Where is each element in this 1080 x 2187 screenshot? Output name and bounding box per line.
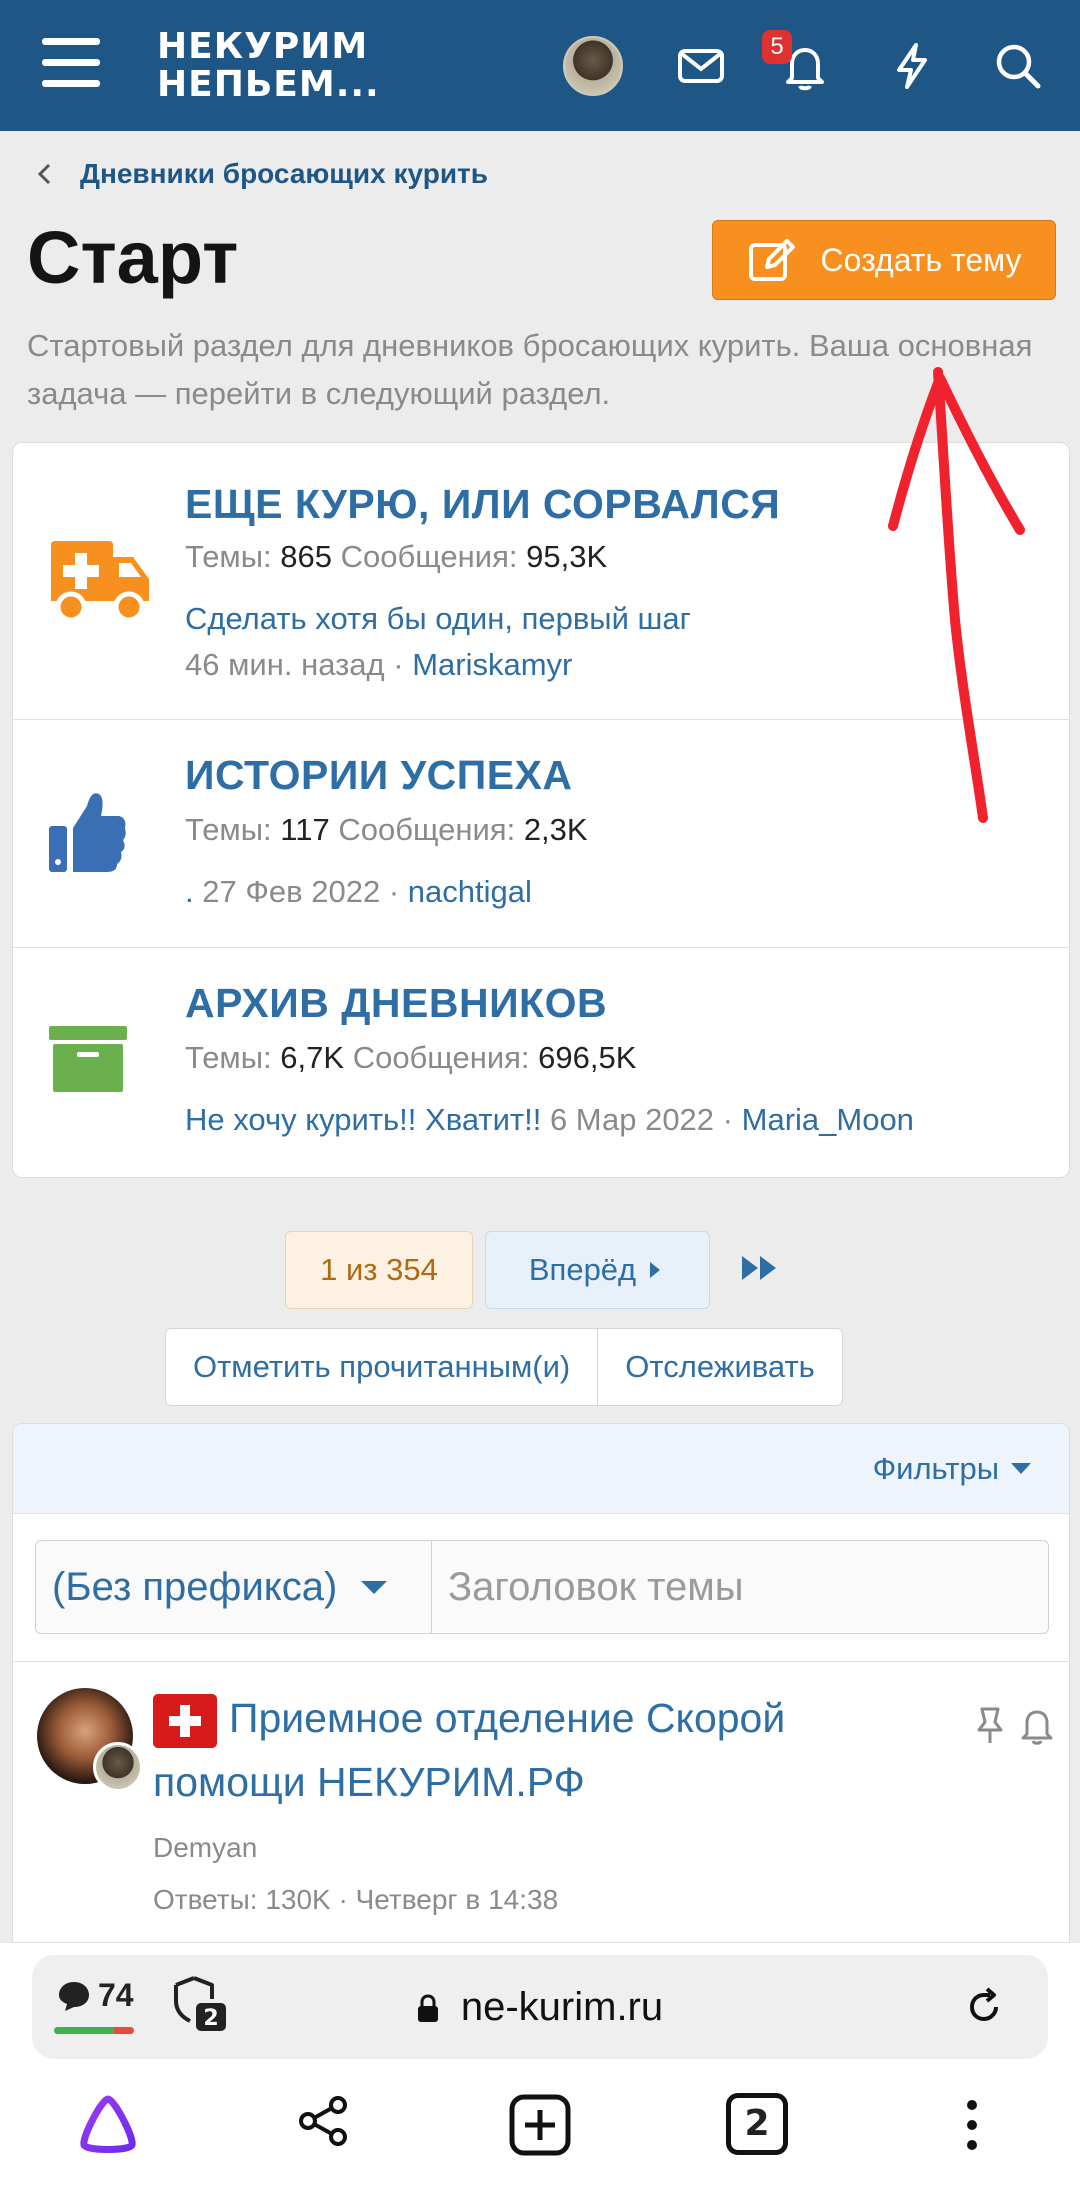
breadcrumb-link[interactable]: Дневники бросающих курить: [80, 158, 488, 190]
separator: ·: [722, 1102, 733, 1137]
pin-icon: [977, 1707, 1003, 1743]
thread-title[interactable]: Приемное отделение Скорой помощи НЕКУРИМ…: [153, 1686, 933, 1814]
separator: ·: [388, 874, 400, 909]
subforum-item[interactable]: АРХИВ ДНЕВНИКОВ Темы: 6,7K Сообщения: 69…: [13, 948, 1069, 1177]
caret-down-icon: [361, 1580, 388, 1594]
address-bar[interactable]: 74 2 ne-kurim.ru: [32, 1955, 1048, 2059]
subforum-item[interactable]: ЕЩЕ КУРЮ, ИЛИ СОРВАЛСЯ Темы: 865 Сообщен…: [13, 443, 1069, 720]
posts-label: Сообщения:: [352, 1040, 530, 1075]
create-thread-label: Создать тему: [820, 241, 1022, 278]
subforum-stats: Темы: 6,7K Сообщения: 696,5K: [185, 1040, 636, 1076]
logo-line-2: НЕПЬЕМ...: [157, 64, 380, 105]
last-post-user[interactable]: nachtigal: [408, 874, 532, 909]
last-page-icon[interactable]: [740, 1252, 780, 1284]
last-post-user[interactable]: Mariskamyr: [412, 647, 572, 682]
last-post-time: 27 Фев 2022: [202, 874, 381, 909]
site-logo[interactable]: НЕКУРИМ НЕПЬЕМ...: [157, 28, 380, 104]
url-text: ne-kurim.ru: [460, 1985, 664, 2029]
more-menu-icon[interactable]: [954, 2093, 990, 2157]
page-title: Старт: [27, 216, 239, 299]
mail-icon[interactable]: [675, 40, 727, 92]
bell-icon[interactable]: [1019, 1706, 1055, 1746]
thumbs-up-icon: [49, 793, 126, 872]
last-post-meta: Не хочу курить!! Хватит!! 6 Мар 2022 · M…: [185, 1102, 914, 1138]
edit-icon: [748, 239, 795, 281]
subforum-stats: Темы: 865 Сообщения: 95,3K: [185, 539, 607, 575]
themes-count: 6,7K: [280, 1040, 345, 1075]
pager-next-button[interactable]: Вперёд: [485, 1231, 710, 1309]
last-post-time: 46 мин. назад: [185, 647, 385, 682]
posts-label: Сообщения:: [340, 539, 518, 574]
pager-current-page[interactable]: 1 из 354: [285, 1231, 473, 1309]
site-header: НЕКУРИМ НЕПЬЕМ... 5: [0, 0, 1080, 131]
themes-count: 865: [280, 539, 333, 574]
thread-author[interactable]: Demyan: [153, 1832, 257, 1864]
subforum-item[interactable]: ИСТОРИИ УСПЕХА Темы: 117 Сообщения: 2,3K…: [13, 720, 1069, 948]
last-post-meta: . 27 Фев 2022 · nachtigal: [185, 874, 532, 910]
quick-thread-row: (Без префикса): [13, 1514, 1069, 1662]
posts-count: 95,3K: [526, 539, 608, 574]
ambulance-icon: [51, 541, 149, 623]
menu-icon[interactable]: [42, 38, 100, 90]
thread-meta: Ответы: 130K · Четверг в 14:38: [153, 1884, 559, 1915]
last-post-user[interactable]: Maria_Moon: [742, 1102, 914, 1137]
alice-assistant-icon[interactable]: [76, 2093, 140, 2157]
chevron-left-icon: [37, 163, 51, 185]
breadcrumb: Дневники бросающих курить: [30, 158, 488, 190]
prefix-select[interactable]: (Без префикса): [35, 1540, 431, 1634]
lightning-icon[interactable]: [886, 40, 938, 92]
last-post-link[interactable]: .: [185, 874, 194, 909]
subforum-title[interactable]: АРХИВ ДНЕВНИКОВ: [185, 980, 607, 1027]
forum-action-buttons: Отметить прочитанным(и) Отслеживать: [165, 1328, 843, 1406]
reload-icon[interactable]: [962, 1985, 1006, 2029]
last-poster-avatar[interactable]: [93, 1742, 143, 1792]
filter-bar: Фильтры: [13, 1424, 1069, 1514]
create-thread-button[interactable]: Создать тему: [712, 220, 1056, 300]
archive-box-icon: [49, 1026, 127, 1092]
new-tab-icon[interactable]: [508, 2093, 572, 2157]
subforum-stats: Темы: 117 Сообщения: 2,3K: [185, 812, 588, 848]
posts-count: 696,5K: [538, 1040, 637, 1075]
subforum-list: ЕЩЕ КУРЮ, ИЛИ СОРВАЛСЯ Темы: 865 Сообщен…: [12, 442, 1070, 1178]
posts-label: Сообщения:: [338, 812, 516, 847]
thread-list: Фильтры (Без префикса) Приемное отделени…: [12, 1423, 1070, 1943]
subforum-title[interactable]: ЕЩЕ КУРЮ, ИЛИ СОРВАЛСЯ: [185, 481, 780, 528]
last-post-link[interactable]: Сделать хотя бы один, первый шаг: [185, 601, 691, 636]
alerts-badge: 5: [762, 30, 792, 64]
last-post-title[interactable]: Сделать хотя бы один, первый шаг: [185, 601, 691, 637]
themes-label: Темы:: [185, 539, 272, 574]
filters-button[interactable]: Фильтры: [873, 1451, 999, 1487]
themes-count: 117: [280, 812, 330, 847]
watch-button[interactable]: Отслеживать: [597, 1329, 842, 1405]
last-post-link[interactable]: Не хочу курить!! Хватит!!: [185, 1102, 541, 1137]
last-post-time: 6 Мар 2022: [549, 1102, 715, 1137]
themes-label: Темы:: [185, 1040, 272, 1075]
themes-label: Темы:: [185, 812, 272, 847]
user-avatar[interactable]: [563, 36, 623, 96]
lock-icon: [417, 1994, 438, 2023]
caret-right-icon: [650, 1262, 661, 1278]
prefix-value: (Без префикса): [52, 1564, 338, 1609]
thread-item[interactable]: Приемное отделение Скорой помощи НЕКУРИМ…: [13, 1662, 1069, 1942]
mark-read-button[interactable]: Отметить прочитанным(и): [166, 1329, 597, 1405]
separator: ·: [393, 647, 404, 682]
browser-nav-row: 2: [0, 2093, 1080, 2173]
search-icon[interactable]: [992, 40, 1044, 92]
tabs-switcher[interactable]: 2: [726, 2093, 788, 2155]
page-description: Стартовый раздел для дневников бросающих…: [27, 328, 1033, 411]
thread-title-input[interactable]: [431, 1540, 1049, 1634]
pager-next-label: Вперёд: [528, 1252, 637, 1287]
caret-down-icon: [1011, 1463, 1031, 1474]
posts-count: 2,3K: [523, 812, 588, 847]
share-icon[interactable]: [296, 2093, 352, 2149]
browser-toolbar: 74 2 ne-kurim.ru 2: [0, 1943, 1080, 2187]
last-post-meta: 46 мин. назад · Mariskamyr: [185, 647, 572, 683]
logo-line-1: НЕКУРИМ: [157, 26, 369, 67]
url-display[interactable]: ne-kurim.ru: [32, 1955, 1048, 2059]
subforum-title[interactable]: ИСТОРИИ УСПЕХА: [185, 752, 573, 799]
